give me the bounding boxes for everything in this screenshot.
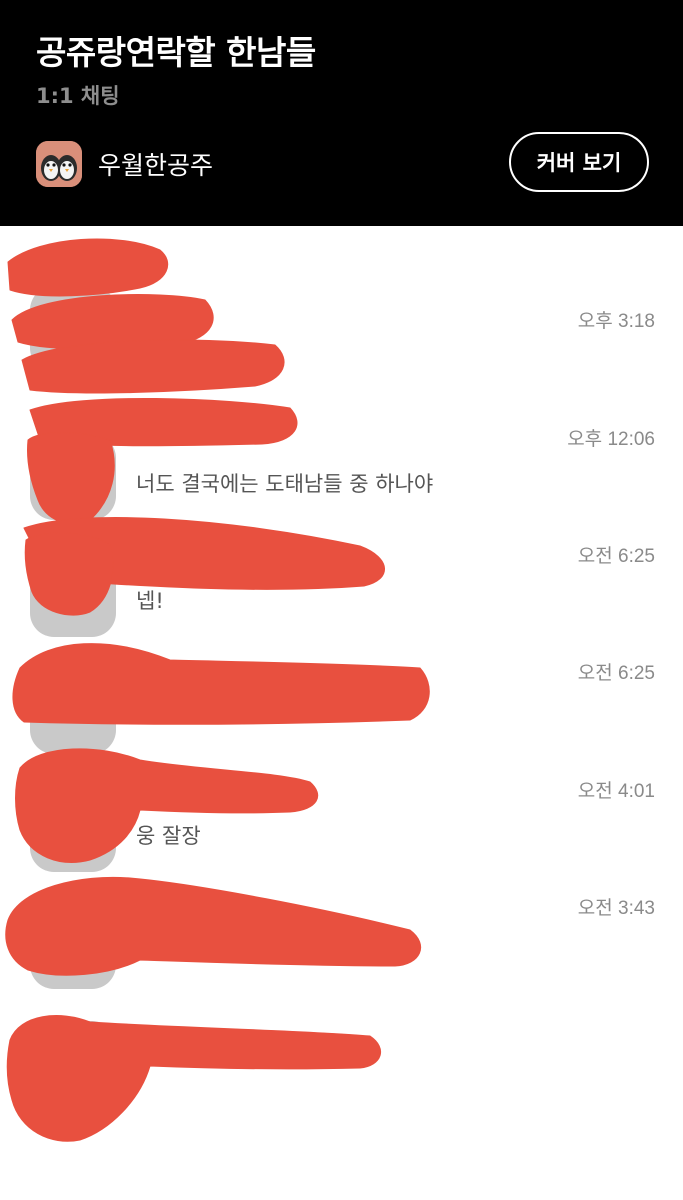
avatar bbox=[30, 1021, 116, 1107]
chat-preview: 너도 결국에는 도태남들 중 하나야 bbox=[136, 472, 434, 496]
list-item[interactable]: 오전 6:25 bbox=[0, 658, 683, 776]
avatar bbox=[30, 286, 116, 372]
list-item[interactable]: 오전 6:25 넵! bbox=[0, 541, 683, 659]
list-item[interactable]: 오전 3:43 bbox=[0, 893, 683, 1011]
open-chat-list-screen: 공쥬랑연락할 한남들 1:1 채팅 우월한공주 커버 보기 오후 3:18 오후… bbox=[0, 0, 683, 1200]
chat-room-type: 1:1 채팅 bbox=[36, 84, 120, 108]
avatar bbox=[30, 903, 116, 989]
chat-preview: 넵! bbox=[136, 589, 164, 613]
host-name: 우월한공주 bbox=[98, 151, 214, 180]
avatar bbox=[30, 551, 116, 637]
chat-timestamp: 오후 12:06 bbox=[567, 429, 655, 450]
chat-timestamp: 오전 4:01 bbox=[577, 781, 655, 802]
chat-timestamp: 오전 6:25 bbox=[577, 546, 655, 567]
host-profile[interactable]: 우월한공주 bbox=[36, 136, 213, 192]
avatar bbox=[30, 668, 116, 754]
list-item[interactable] bbox=[0, 1011, 683, 1129]
chat-timestamp: 오후 3:18 bbox=[577, 311, 655, 332]
avatar bbox=[30, 786, 116, 872]
chat-room-title: 공쥬랑연락할 한남들 bbox=[36, 33, 316, 72]
list-item[interactable]: 오후 12:06 너도 결국에는 도태남들 중 하나야 bbox=[0, 424, 683, 542]
avatar bbox=[30, 434, 116, 520]
chat-list: 오후 3:18 오후 12:06 너도 결국에는 도태남들 중 하나야 오전 6… bbox=[0, 226, 683, 1200]
penguin-avatar-icon bbox=[36, 141, 82, 187]
chat-timestamp: 오전 3:43 bbox=[577, 898, 655, 919]
chat-room-header: 공쥬랑연락할 한남들 1:1 채팅 우월한공주 커버 보기 bbox=[0, 0, 683, 226]
chat-preview: 웅 잘장 bbox=[136, 824, 201, 848]
list-item[interactable]: 오후 3:18 bbox=[0, 286, 683, 424]
view-cover-button[interactable]: 커버 보기 bbox=[509, 132, 649, 192]
chat-timestamp: 오전 6:25 bbox=[577, 663, 655, 684]
list-item[interactable]: 오전 4:01 웅 잘장 bbox=[0, 776, 683, 894]
avatar[interactable] bbox=[36, 141, 82, 187]
